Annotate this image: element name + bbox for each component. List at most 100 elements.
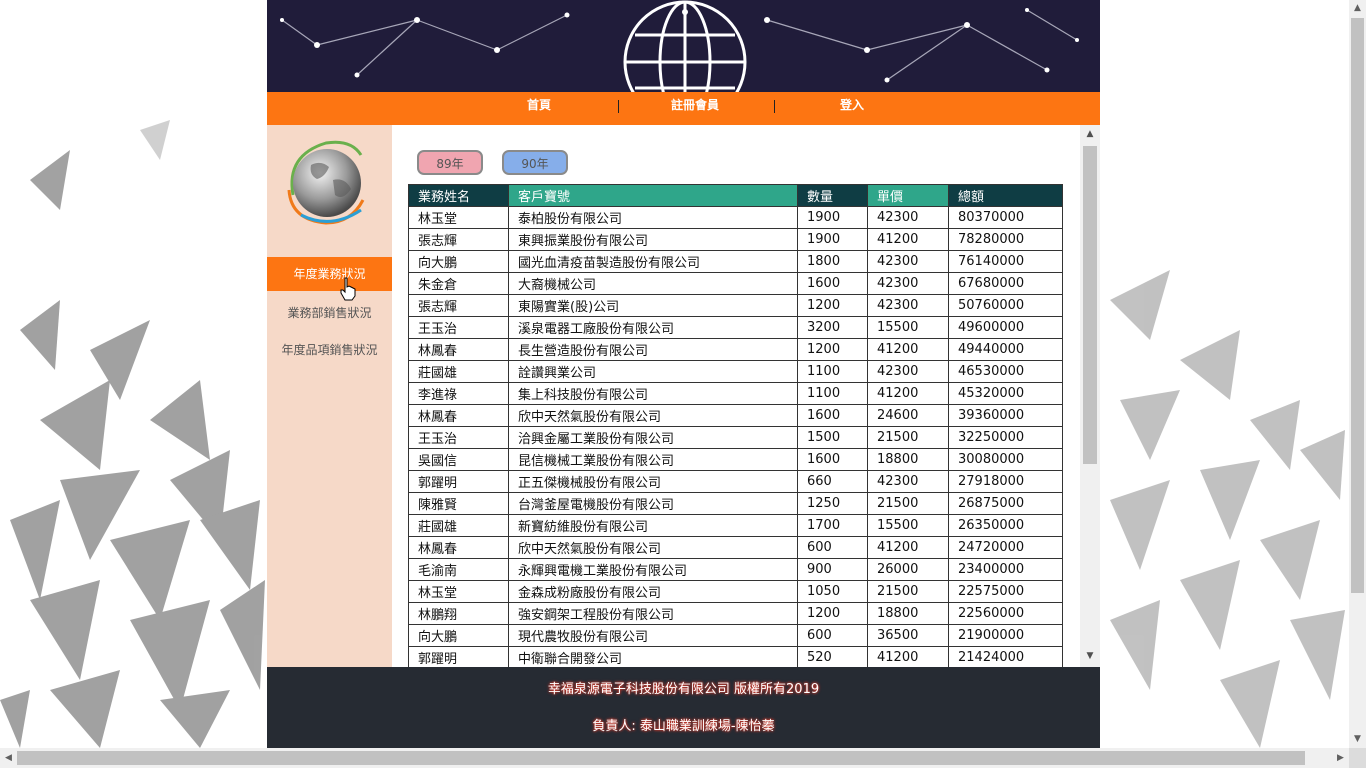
page-scroll-up-arrow[interactable]: ▲ bbox=[1349, 0, 1366, 17]
cell-quantity: 1600 bbox=[797, 272, 868, 295]
table-scrollbar[interactable]: ▲ ▼ bbox=[1080, 125, 1100, 667]
footer: 幸福泉源電子科技股份有限公司 版權所有2019 負責人: 泰山職業訓練場-陳怡蓁 bbox=[267, 667, 1100, 748]
page-horizontal-scrollbar[interactable]: ◀ ▶ bbox=[0, 748, 1349, 768]
column-header-total: 總額 bbox=[948, 184, 1063, 207]
cell-quantity: 1900 bbox=[797, 228, 868, 251]
cell-quantity: 1200 bbox=[797, 338, 868, 361]
cell-customer: 中衛聯合開發公司 bbox=[508, 646, 798, 667]
cell-quantity: 3200 bbox=[797, 316, 868, 339]
cell-quantity: 1500 bbox=[797, 426, 868, 449]
cell-customer: 詮讚興業公司 bbox=[508, 360, 798, 383]
page-scroll-right-arrow[interactable]: ▶ bbox=[1332, 748, 1349, 768]
cell-quantity: 600 bbox=[797, 624, 868, 647]
footer-copyright: 幸福泉源電子科技股份有限公司 版權所有2019 bbox=[547, 682, 820, 697]
cell-salesperson: 莊國雄 bbox=[408, 514, 509, 537]
table-row: 莊國雄 新寶紡維股份有限公司 1700 15500 26350000 bbox=[408, 514, 1063, 537]
column-header-unit-price: 單價 bbox=[867, 184, 949, 207]
cell-salesperson: 林玉堂 bbox=[408, 206, 509, 229]
cell-customer: 欣中天然氣股份有限公司 bbox=[508, 536, 798, 559]
cell-customer: 現代農牧股份有限公司 bbox=[508, 624, 798, 647]
cell-customer: 昆信機械工業股份有限公司 bbox=[508, 448, 798, 471]
sidebar-item-sales-dept[interactable]: 業務部銷售狀況 bbox=[267, 296, 392, 330]
table-row: 莊國雄 詮讚興業公司 1100 42300 46530000 bbox=[408, 360, 1063, 383]
cell-unit-price: 15500 bbox=[867, 316, 949, 339]
year-89-button[interactable]: 89年 bbox=[417, 150, 483, 175]
page-scroll-thumb[interactable] bbox=[1351, 18, 1364, 593]
cell-customer: 台灣釜屋電機股份有限公司 bbox=[508, 492, 798, 515]
cell-customer: 東陽實業(股)公司 bbox=[508, 294, 798, 317]
cell-salesperson: 林鳳春 bbox=[408, 404, 509, 427]
cell-salesperson: 莊國雄 bbox=[408, 360, 509, 383]
cell-total: 27918000 bbox=[948, 470, 1063, 493]
table-row: 毛渝南 永輝興電機工業股份有限公司 900 26000 23400000 bbox=[408, 558, 1063, 581]
sidebar-item-product-sales[interactable]: 年度品項銷售狀況 bbox=[267, 333, 392, 367]
year-90-button[interactable]: 90年 bbox=[502, 150, 568, 175]
cell-quantity: 1100 bbox=[797, 382, 868, 405]
cell-salesperson: 郭躍明 bbox=[408, 646, 509, 667]
cell-total: 24720000 bbox=[948, 536, 1063, 559]
page-vertical-scrollbar[interactable]: ▲ ▼ bbox=[1349, 0, 1366, 748]
cell-quantity: 1100 bbox=[797, 360, 868, 383]
sidebar-item-annual-business[interactable]: 年度業務狀況 bbox=[267, 257, 392, 291]
main-content: 89年 90年 業務姓名 客戶寶號 數量 單價 總額 林玉堂 泰柏股份有限公司 19… bbox=[392, 125, 1100, 667]
cell-customer: 溪泉電器工廠股份有限公司 bbox=[508, 316, 798, 339]
page-container: 首頁 註冊會員 登入 年度業務狀況 業務部銷售狀況 年度品項銷售狀況 89年 9… bbox=[267, 0, 1100, 748]
cell-unit-price: 36500 bbox=[867, 624, 949, 647]
cell-unit-price: 42300 bbox=[867, 294, 949, 317]
sidebar: 年度業務狀況 業務部銷售狀況 年度品項銷售狀況 bbox=[267, 125, 392, 667]
table-row: 王玉治 洽興金屬工業股份有限公司 1500 21500 32250000 bbox=[408, 426, 1063, 449]
cell-total: 45320000 bbox=[948, 382, 1063, 405]
cell-quantity: 1900 bbox=[797, 206, 868, 229]
scroll-thumb[interactable] bbox=[1083, 146, 1097, 464]
nav-register-link[interactable]: 註冊會員 bbox=[655, 92, 735, 125]
scroll-down-arrow[interactable]: ▼ bbox=[1080, 647, 1100, 665]
cell-total: 23400000 bbox=[948, 558, 1063, 581]
cell-total: 21424000 bbox=[948, 646, 1063, 667]
nav-home-link[interactable]: 首頁 bbox=[499, 92, 579, 125]
cell-quantity: 660 bbox=[797, 470, 868, 493]
cell-quantity: 1800 bbox=[797, 250, 868, 273]
cell-total: 32250000 bbox=[948, 426, 1063, 449]
cell-quantity: 1250 bbox=[797, 492, 868, 515]
cell-total: 30080000 bbox=[948, 448, 1063, 471]
cell-total: 21900000 bbox=[948, 624, 1063, 647]
cell-salesperson: 朱金倉 bbox=[408, 272, 509, 295]
scroll-up-arrow[interactable]: ▲ bbox=[1080, 125, 1100, 143]
cell-salesperson: 陳雅賢 bbox=[408, 492, 509, 515]
cell-customer: 新寶紡維股份有限公司 bbox=[508, 514, 798, 537]
cell-customer: 大裔機械公司 bbox=[508, 272, 798, 295]
table-row: 林鵬翔 強安鋼架工程股份有限公司 1200 18800 22560000 bbox=[408, 602, 1063, 625]
page-scroll-down-arrow[interactable]: ▼ bbox=[1349, 731, 1366, 748]
sales-table: 業務姓名 客戶寶號 數量 單價 總額 林玉堂 泰柏股份有限公司 1900 42300 8… bbox=[408, 184, 1063, 667]
cell-customer: 洽興金屬工業股份有限公司 bbox=[508, 426, 798, 449]
page-hscroll-thumb[interactable] bbox=[17, 751, 1305, 765]
cell-total: 80370000 bbox=[948, 206, 1063, 229]
cell-salesperson: 張志輝 bbox=[408, 294, 509, 317]
cell-salesperson: 林鵬翔 bbox=[408, 602, 509, 625]
cell-salesperson: 張志輝 bbox=[408, 228, 509, 251]
page-scroll-left-arrow[interactable]: ◀ bbox=[0, 748, 17, 768]
nav-login-link[interactable]: 登入 bbox=[812, 92, 892, 125]
table-row: 郭躍明 中衛聯合開發公司 520 41200 21424000 bbox=[408, 646, 1063, 667]
cell-unit-price: 42300 bbox=[867, 272, 949, 295]
cell-unit-price: 41200 bbox=[867, 646, 949, 667]
cell-salesperson: 王玉治 bbox=[408, 316, 509, 339]
table-row: 林鳳春 欣中天然氣股份有限公司 1600 24600 39360000 bbox=[408, 404, 1063, 427]
table-row: 朱金倉 大裔機械公司 1600 42300 67680000 bbox=[408, 272, 1063, 295]
cell-customer: 永輝興電機工業股份有限公司 bbox=[508, 558, 798, 581]
cell-customer: 國光血清疫苗製造股份有限公司 bbox=[508, 250, 798, 273]
cell-customer: 長生營造股份有限公司 bbox=[508, 338, 798, 361]
cell-salesperson: 王玉治 bbox=[408, 426, 509, 449]
cell-quantity: 1600 bbox=[797, 448, 868, 471]
table-row: 吳國信 昆信機械工業股份有限公司 1600 18800 30080000 bbox=[408, 448, 1063, 471]
cell-quantity: 600 bbox=[797, 536, 868, 559]
table-row: 王玉治 溪泉電器工廠股份有限公司 3200 15500 49600000 bbox=[408, 316, 1063, 339]
table-row: 郭躍明 正五傑機械股份有限公司 660 42300 27918000 bbox=[408, 470, 1063, 493]
top-navigation: 首頁 註冊會員 登入 bbox=[267, 92, 1100, 125]
cell-quantity: 520 bbox=[797, 646, 868, 667]
cell-unit-price: 42300 bbox=[867, 250, 949, 273]
cell-customer: 正五傑機械股份有限公司 bbox=[508, 470, 798, 493]
nav-divider bbox=[774, 100, 775, 113]
table-row: 張志輝 東興振業股份有限公司 1900 41200 78280000 bbox=[408, 228, 1063, 251]
cell-unit-price: 21500 bbox=[867, 426, 949, 449]
